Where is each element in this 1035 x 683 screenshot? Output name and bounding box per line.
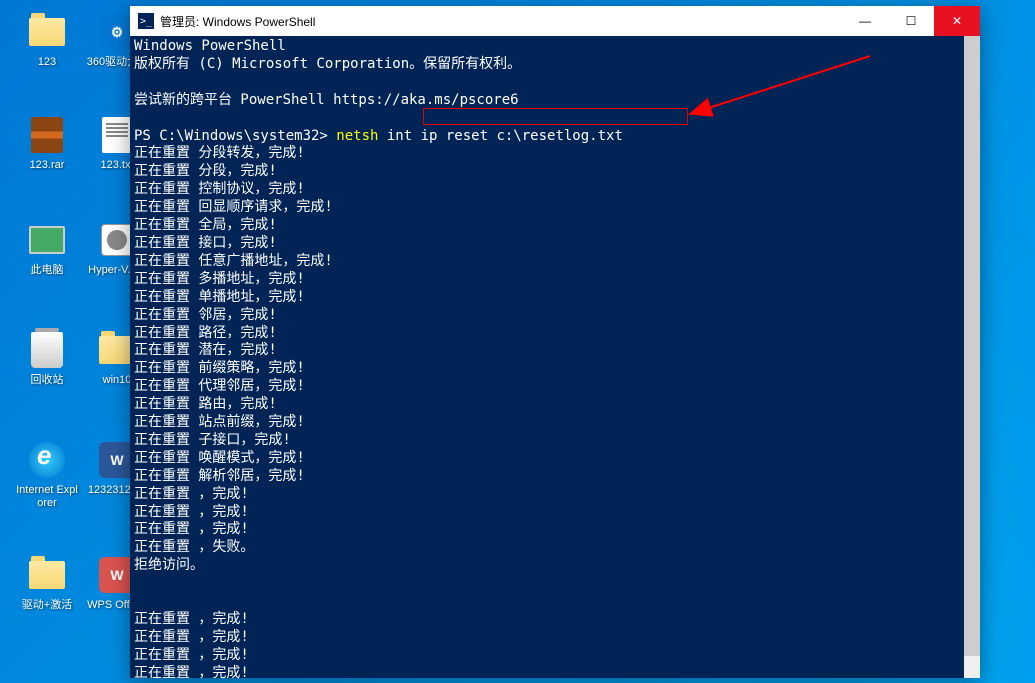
pc-icon (27, 220, 67, 260)
terminal-line: 正在重置 多播地址，完成! (134, 271, 976, 289)
terminal-line: 正在重置 ，失败。 (134, 539, 976, 557)
terminal-line: 正在重置 路径，完成! (134, 325, 976, 343)
terminal-line: 正在重置 全局，完成! (134, 217, 976, 235)
ie-icon (27, 440, 67, 480)
scrollbar-thumb[interactable] (964, 36, 980, 656)
terminal-line: 正在重置 ，完成! (134, 647, 976, 665)
terminal-line (134, 593, 976, 611)
terminal-line: 正在重置 任意广播地址，完成! (134, 253, 976, 271)
terminal-line: 正在重置 ，完成! (134, 629, 976, 647)
terminal-line: 正在重置 ，完成! (134, 521, 976, 539)
folder-icon (27, 12, 67, 52)
terminal-content[interactable]: Windows PowerShell版权所有 (C) Microsoft Cor… (130, 36, 980, 678)
terminal-line: 正在重置 接口，完成! (134, 235, 976, 253)
window-controls: — ☐ ✕ (842, 6, 980, 36)
terminal-line: 尝试新的跨平台 PowerShell https://aka.ms/pscore… (134, 92, 976, 110)
desktop-icon-2[interactable]: 123.rar (15, 115, 79, 172)
terminal-line: 正在重置 站点前缀，完成! (134, 414, 976, 432)
close-button[interactable]: ✕ (934, 6, 980, 36)
terminal-line: 正在重置 代理邻居，完成! (134, 378, 976, 396)
desktop-icon-0[interactable]: 123 (15, 12, 79, 69)
terminal-line: 正在重置 ，完成! (134, 504, 976, 522)
terminal-line (134, 74, 976, 92)
terminal-prompt-1: PS C:\Windows\system32> netsh int ip res… (134, 128, 976, 146)
terminal-line: Windows PowerShell (134, 38, 976, 56)
desktop-icon-label: 回收站 (15, 374, 79, 387)
maximize-button[interactable]: ☐ (888, 6, 934, 36)
terminal-line: 版权所有 (C) Microsoft Corporation。保留所有权利。 (134, 56, 976, 74)
desktop-icon-label: 123 (15, 56, 79, 69)
desktop-icon-label: 驱动+激活 (15, 599, 79, 612)
terminal-line: 正在重置 分段转发，完成! (134, 145, 976, 163)
rar-icon (27, 115, 67, 155)
terminal-line: 正在重置 前缀策略，完成! (134, 360, 976, 378)
terminal-line: 正在重置 路由，完成! (134, 396, 976, 414)
desktop-icon-6[interactable]: 回收站 (15, 330, 79, 387)
minimize-button[interactable]: — (842, 6, 888, 36)
recycle-icon (27, 330, 67, 370)
window-title: 管理员: Windows PowerShell (160, 13, 842, 30)
terminal-line: 正在重置 控制协议，完成! (134, 181, 976, 199)
terminal-line: 正在重置 潜在，完成! (134, 342, 976, 360)
powershell-window: >_ 管理员: Windows PowerShell — ☐ ✕ Windows… (130, 6, 980, 678)
terminal-line (134, 110, 976, 128)
window-titlebar[interactable]: >_ 管理员: Windows PowerShell — ☐ ✕ (130, 6, 980, 36)
desktop-icon-10[interactable]: 驱动+激活 (15, 555, 79, 612)
terminal-line: 正在重置 单播地址，完成! (134, 289, 976, 307)
terminal-line: 正在重置 唤醒模式，完成! (134, 450, 976, 468)
powershell-icon: >_ (138, 13, 154, 29)
desktop-icon-4[interactable]: 此电脑 (15, 220, 79, 277)
terminal-line: 正在重置 ，完成! (134, 611, 976, 629)
desktop-icon-label: 此电脑 (15, 264, 79, 277)
folder-icon (27, 555, 67, 595)
terminal-line: 正在重置 回显顺序请求，完成! (134, 199, 976, 217)
terminal-line: 正在重置 ，完成! (134, 665, 976, 678)
desktop-icon-label: 123.rar (15, 159, 79, 172)
desktop-icon-label: Internet Explorer (15, 484, 79, 510)
terminal-line: 拒绝访问。 (134, 557, 976, 575)
terminal-line: 正在重置 解析邻居，完成! (134, 468, 976, 486)
scrollbar-track[interactable] (964, 36, 980, 678)
terminal-line: 正在重置 邻居，完成! (134, 307, 976, 325)
background-highlight (995, 0, 1035, 683)
terminal-line (134, 575, 976, 593)
desktop-icon-8[interactable]: Internet Explorer (15, 440, 79, 510)
terminal-line: 正在重置 子接口，完成! (134, 432, 976, 450)
terminal-line: 正在重置 ，完成! (134, 486, 976, 504)
terminal-line: 正在重置 分段，完成! (134, 163, 976, 181)
